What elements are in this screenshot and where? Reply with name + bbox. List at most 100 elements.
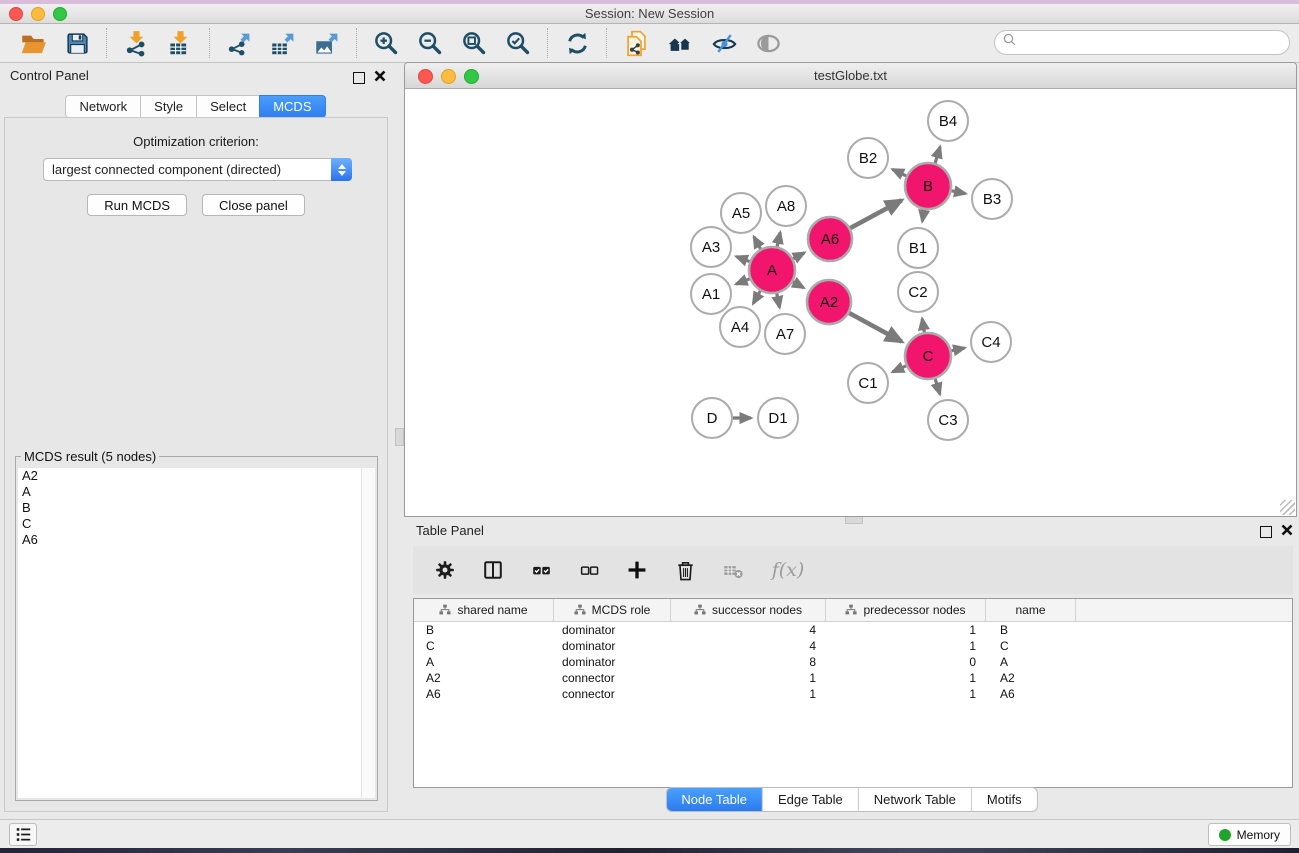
table-row[interactable]: A2connector11A2 xyxy=(414,670,1292,686)
new-network-from-selection-button[interactable] xyxy=(618,27,654,59)
tab-node-table[interactable]: Node Table xyxy=(666,788,762,811)
table-cell[interactable]: 1 xyxy=(826,686,986,702)
result-item[interactable]: B xyxy=(18,500,375,516)
hide-selected-button[interactable] xyxy=(706,27,742,59)
table-header-row[interactable]: shared nameMCDS rolesuccessor nodesprede… xyxy=(414,599,1292,622)
graph-edge-B-B4[interactable] xyxy=(935,147,940,163)
select-all-checkboxes-button[interactable] xyxy=(527,556,555,584)
table-cell[interactable]: A xyxy=(986,654,1076,670)
result-scrollbar[interactable] xyxy=(361,468,375,798)
tab-network-table[interactable]: Network Table xyxy=(858,788,971,811)
zoom-out-button[interactable] xyxy=(412,27,448,59)
table-cell[interactable]: A xyxy=(414,654,554,670)
column-header-shared-name[interactable]: shared name xyxy=(414,599,554,621)
export-image-button[interactable] xyxy=(309,27,345,59)
result-item[interactable]: C xyxy=(18,516,375,532)
graph-edge-A-A6[interactable] xyxy=(793,253,804,259)
graph-edge-B-B2[interactable] xyxy=(893,169,907,176)
table-cell[interactable]: A2 xyxy=(986,670,1076,686)
node-table[interactable]: shared nameMCDS rolesuccessor nodesprede… xyxy=(413,598,1293,788)
table-cell[interactable]: B xyxy=(986,622,1076,638)
settings-button[interactable] xyxy=(431,556,459,584)
mcds-result-list[interactable]: A2ABCA6 xyxy=(18,468,375,798)
graph-edge-A-A3[interactable] xyxy=(736,257,749,262)
table-cell[interactable]: dominator xyxy=(554,622,671,638)
split-columns-button[interactable] xyxy=(479,556,507,584)
float-panel-icon[interactable] xyxy=(353,72,365,84)
table-cell[interactable]: dominator xyxy=(554,638,671,654)
graph-edge-A6-B[interactable] xyxy=(850,200,901,228)
graph-edge-A-A1[interactable] xyxy=(736,279,750,284)
table-row[interactable]: A6connector11A6 xyxy=(414,686,1292,702)
deselect-all-checkboxes-button[interactable] xyxy=(575,556,603,584)
close-panel-button[interactable]: Close panel xyxy=(202,194,305,216)
tab-network[interactable]: Network xyxy=(65,95,141,118)
table-cell[interactable]: 8 xyxy=(671,654,826,670)
graph-edge-B-B1[interactable] xyxy=(922,210,924,222)
table-cell[interactable]: A6 xyxy=(986,686,1076,702)
minimize-window-icon[interactable] xyxy=(31,7,45,21)
tab-motifs[interactable]: Motifs xyxy=(971,788,1037,811)
minimize-network-window-icon[interactable] xyxy=(441,69,456,84)
table-cell[interactable]: connector xyxy=(554,686,671,702)
graph-edge-C-C1[interactable] xyxy=(893,366,907,372)
close-panel-icon[interactable] xyxy=(374,69,386,87)
table-row[interactable]: Adominator80A xyxy=(414,654,1292,670)
table-cell[interactable]: 1 xyxy=(826,638,986,654)
table-cell[interactable]: C xyxy=(986,638,1076,654)
graph-edge-A-A7[interactable] xyxy=(777,294,780,308)
table-row[interactable]: Cdominator41C xyxy=(414,638,1292,654)
table-row[interactable]: Bdominator41B xyxy=(414,622,1292,638)
save-session-button[interactable] xyxy=(59,27,95,59)
run-mcds-button[interactable]: Run MCDS xyxy=(87,194,187,216)
graph-edge-B-B3[interactable] xyxy=(952,191,966,194)
table-cell[interactable]: 4 xyxy=(671,622,826,638)
first-neighbors-button[interactable] xyxy=(662,27,698,59)
close-window-icon[interactable] xyxy=(9,7,23,21)
graph-edge-A2-C[interactable] xyxy=(849,313,902,342)
graph-edge-A-A8[interactable] xyxy=(777,232,780,246)
table-cell[interactable]: 1 xyxy=(826,670,986,686)
table-cell[interactable]: A2 xyxy=(414,670,554,686)
column-header-name[interactable]: name xyxy=(986,599,1076,621)
graph-edge-C-C2[interactable] xyxy=(922,319,924,333)
close-table-panel-icon[interactable] xyxy=(1281,523,1293,541)
graph-edge-C-C3[interactable] xyxy=(935,379,940,394)
graph-edge-A-A5[interactable] xyxy=(754,237,761,249)
column-header-predecessor-nodes[interactable]: predecessor nodes xyxy=(826,599,986,621)
zoom-selected-button[interactable] xyxy=(500,27,536,59)
resize-grip-icon[interactable] xyxy=(1280,500,1295,515)
memory-button[interactable]: Memory xyxy=(1208,823,1291,846)
column-header-MCDS-role[interactable]: MCDS role xyxy=(554,599,671,621)
result-item[interactable]: A xyxy=(18,484,375,500)
result-item[interactable]: A2 xyxy=(18,468,375,484)
zoom-network-window-icon[interactable] xyxy=(464,69,479,84)
table-cell[interactable]: A6 xyxy=(414,686,554,702)
graph-edge-A-A4[interactable] xyxy=(753,291,760,304)
graph-edge-A-A2[interactable] xyxy=(793,282,804,288)
criterion-dropdown[interactable]: largest connected component (directed) xyxy=(43,158,352,181)
export-network-button[interactable] xyxy=(221,27,257,59)
close-network-window-icon[interactable] xyxy=(418,69,433,84)
zoom-window-icon[interactable] xyxy=(53,7,67,21)
tab-select[interactable]: Select xyxy=(196,95,260,118)
float-table-panel-icon[interactable] xyxy=(1260,526,1272,538)
show-panels-button[interactable] xyxy=(9,823,37,846)
table-cell[interactable]: 4 xyxy=(671,638,826,654)
table-cell[interactable]: C xyxy=(414,638,554,654)
search-box[interactable] xyxy=(994,30,1290,55)
table-cell[interactable]: 0 xyxy=(826,654,986,670)
delete-column-button[interactable] xyxy=(671,556,699,584)
open-session-button[interactable] xyxy=(15,27,51,59)
network-window-titlebar[interactable]: testGlobe.txt xyxy=(405,63,1296,89)
result-item[interactable]: A6 xyxy=(18,532,375,548)
tab-mcds[interactable]: MCDS xyxy=(259,95,325,118)
table-cell[interactable]: B xyxy=(414,622,554,638)
zoom-fit-button[interactable] xyxy=(456,27,492,59)
export-table-button[interactable] xyxy=(265,27,301,59)
tab-style[interactable]: Style xyxy=(140,95,197,118)
vertical-splitter-handle[interactable] xyxy=(395,428,404,446)
network-canvas[interactable]: B4B2BB3B1A5A8A6A3AA1A2A4A7C2C4CC1C3DD1 xyxy=(405,89,1296,516)
import-table-button[interactable] xyxy=(162,27,198,59)
show-all-button[interactable] xyxy=(750,27,786,59)
